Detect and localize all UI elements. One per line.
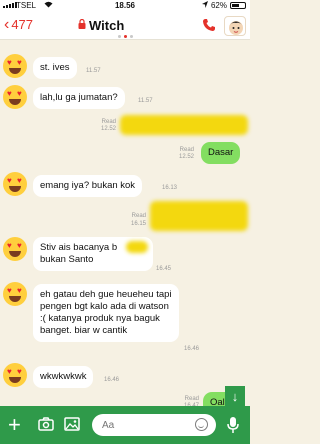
message-time: 12.52 — [100, 126, 116, 132]
chevron-left-icon: ‹ — [4, 15, 10, 33]
message-time: 11.57 — [86, 68, 101, 74]
camera-icon[interactable] — [38, 417, 54, 431]
message-time: 16.15 — [130, 221, 146, 227]
read-receipt: Read — [101, 119, 116, 125]
battery-percent: 62% — [210, 1, 227, 10]
microphone-icon[interactable] — [226, 416, 240, 434]
message-input[interactable] — [92, 414, 216, 436]
emoji-icon[interactable] — [195, 418, 208, 431]
redacted-text — [126, 241, 148, 253]
message-time: 11.57 — [138, 98, 153, 104]
chat-title[interactable]: Witch — [78, 18, 124, 33]
message-time: 16.45 — [156, 266, 172, 272]
read-receipt: Read — [184, 396, 199, 402]
redacted-message — [120, 115, 248, 135]
phone-icon[interactable] — [202, 18, 216, 35]
message-bubble-incoming[interactable]: st. ives — [33, 57, 77, 79]
read-receipt: Read — [179, 147, 194, 153]
message-list[interactable]: ♥ ♥ st. ives 11.57 ♥ ♥ lah,lu ga jumatan? … — [0, 41, 250, 414]
heart-eyes-emoji-icon: ♥ ♥ — [3, 237, 27, 261]
message-bubble-incoming[interactable]: emang iya? bukan kok — [33, 175, 143, 197]
heart-eyes-emoji-icon: ♥ ♥ — [3, 85, 27, 109]
heart-eyes-emoji-icon: ♥ ♥ — [3, 282, 27, 306]
avatar[interactable] — [224, 16, 246, 36]
message-bubble-outgoing[interactable]: Dasar — [201, 142, 241, 164]
arrow-down-icon: ↓ — [231, 388, 239, 404]
image-icon[interactable] — [64, 417, 80, 431]
message-time: 16.13 — [162, 185, 178, 191]
message-time: 16.46 — [184, 346, 200, 352]
battery-icon — [230, 2, 246, 9]
location-icon — [201, 1, 208, 10]
message-time: 12.52 — [178, 154, 194, 160]
message-bubble-incoming[interactable]: eh gatau deh gue heueheu tapi pengen bgt… — [33, 284, 179, 342]
read-receipt: Read — [131, 213, 146, 219]
lock-icon — [78, 18, 86, 32]
chat-header: ‹ 477 Witch — [0, 12, 250, 40]
heart-eyes-emoji-icon: ♥ ♥ — [3, 172, 27, 196]
message-time: 16.46 — [104, 377, 120, 383]
status-bar: TSEL 18.56 62% — [0, 0, 250, 12]
page-indicator — [118, 35, 133, 38]
plus-icon[interactable]: + — [8, 414, 21, 436]
message-bubble-incoming[interactable]: lah,lu ga jumatan? — [33, 87, 125, 109]
heart-eyes-emoji-icon: ♥ ♥ — [3, 54, 27, 78]
message-text-field[interactable] — [102, 419, 182, 431]
contact-name: Witch — [89, 18, 125, 33]
heart-eyes-emoji-icon: ♥ ♥ — [3, 363, 27, 387]
message-bubble-incoming[interactable]: wkwkwkwk — [33, 366, 94, 388]
back-button[interactable]: ‹ 477 — [4, 15, 34, 33]
unread-count: 477 — [11, 17, 34, 32]
scroll-to-bottom-button[interactable]: ↓ — [225, 386, 245, 406]
redacted-message — [150, 201, 248, 231]
input-bar: + — [0, 406, 250, 444]
